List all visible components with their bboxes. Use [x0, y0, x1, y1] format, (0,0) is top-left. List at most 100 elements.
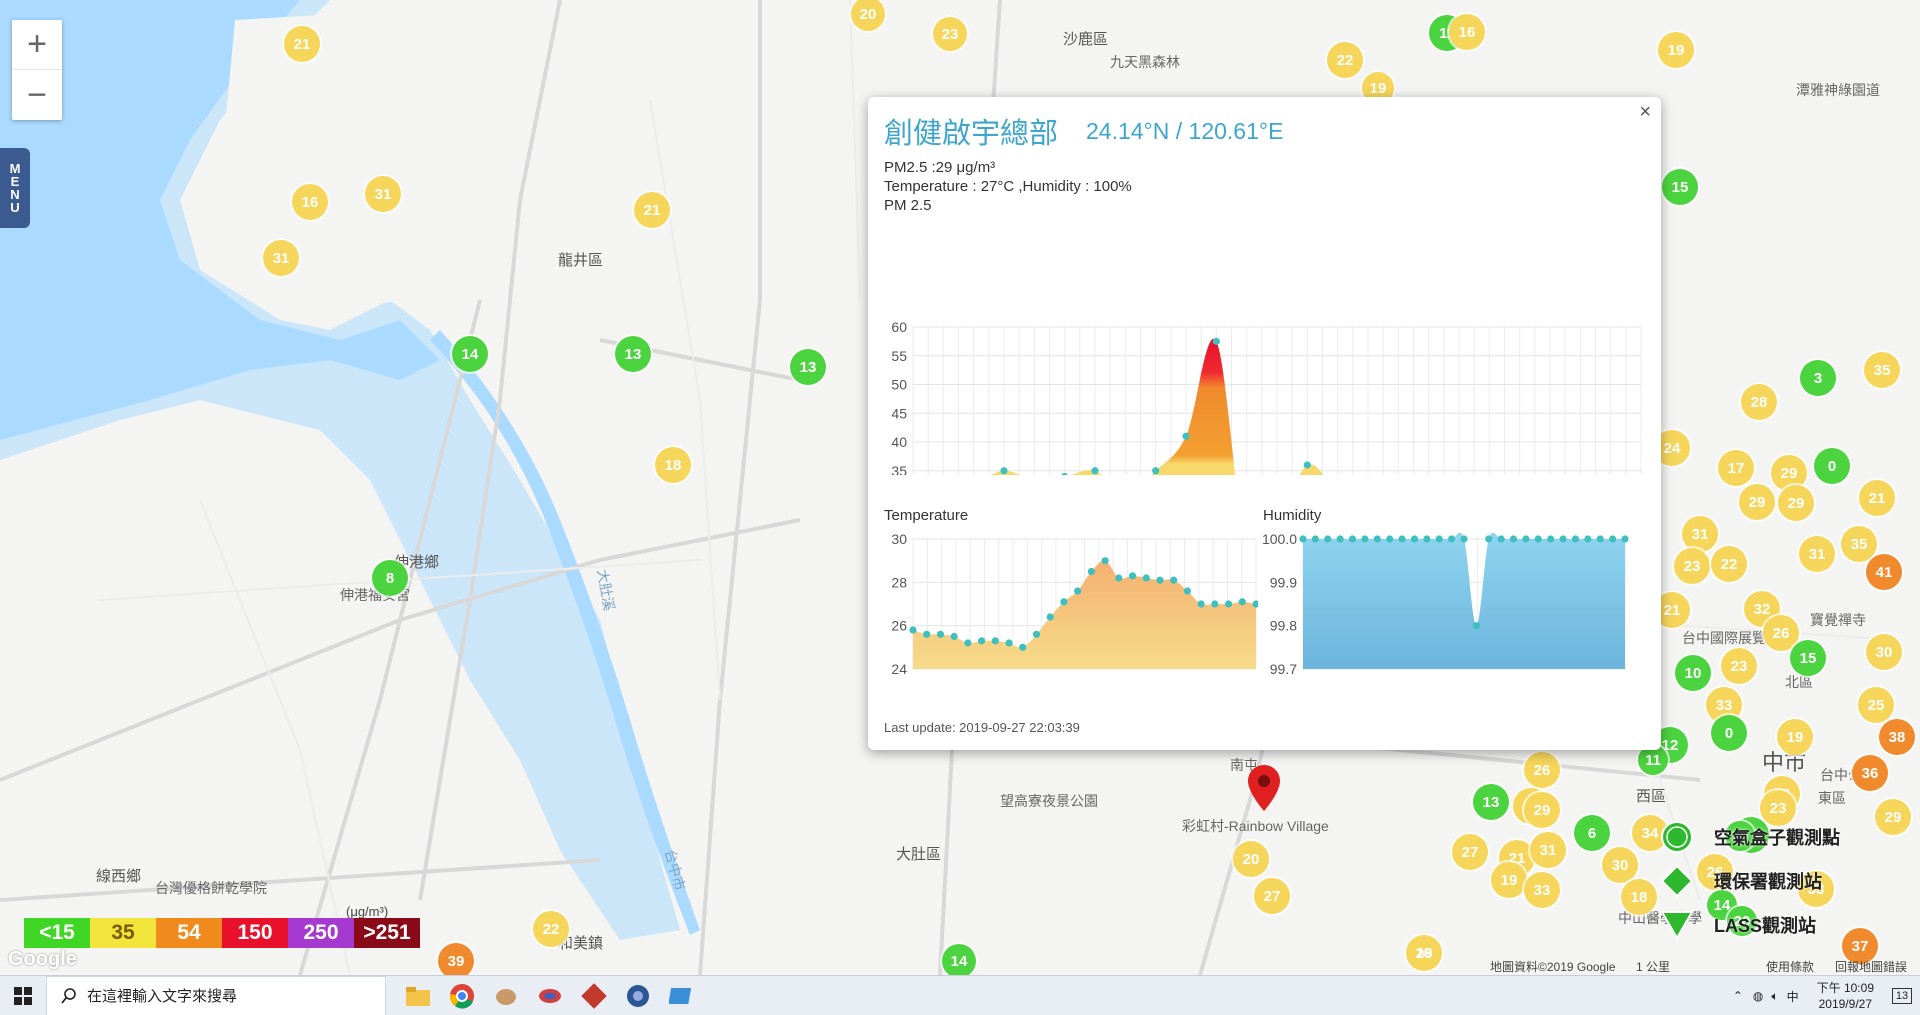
station-marker[interactable]: 21: [634, 192, 670, 228]
clock-date: 2019/9/27: [1818, 997, 1872, 1011]
data-point: [1211, 600, 1219, 608]
notification-center[interactable]: 13: [1884, 976, 1920, 1015]
file-explorer-icon[interactable]: [396, 976, 440, 1015]
data-point: [1448, 535, 1456, 543]
station-marker[interactable]: 13: [1473, 784, 1509, 820]
app-icon-4[interactable]: [616, 976, 660, 1015]
station-marker[interactable]: 14: [452, 336, 488, 372]
station-marker[interactable]: 30: [1602, 847, 1638, 883]
station-marker[interactable]: 22: [533, 911, 569, 947]
station-marker[interactable]: 29: [1524, 792, 1560, 828]
place-label: 西區: [1636, 788, 1667, 805]
epa-station-icon: [1660, 864, 1694, 898]
google-logo: Google: [8, 948, 77, 970]
station-marker[interactable]: 0: [1711, 715, 1747, 751]
station-marker[interactable]: 31: [263, 240, 299, 276]
app-icon-2[interactable]: [528, 976, 572, 1015]
station-marker[interactable]: 6: [1574, 815, 1610, 851]
place-label: 望高寮夜景公園: [1000, 793, 1098, 809]
data-point: [1156, 576, 1164, 584]
station-marker[interactable]: 21: [1859, 480, 1895, 516]
station-marker[interactable]: 31: [365, 176, 401, 212]
station-marker[interactable]: 20: [1233, 841, 1269, 877]
network-icon[interactable]: ◍: [1753, 989, 1763, 1003]
data-point: [1061, 472, 1068, 475]
station-marker[interactable]: 23: [933, 17, 967, 51]
station-marker[interactable]: 29: [1875, 799, 1911, 835]
station-marker[interactable]: 14: [942, 944, 976, 975]
app-icon-3[interactable]: [572, 976, 616, 1015]
station-marker[interactable]: 15: [1662, 169, 1698, 205]
station-marker[interactable]: 29: [1778, 485, 1814, 521]
station-marker[interactable]: 27: [1452, 834, 1488, 870]
tray-chevron-icon[interactable]: ⌃: [1733, 989, 1743, 1003]
data-point: [1386, 535, 1394, 543]
report-error-link[interactable]: 回報地圖錯誤: [1835, 958, 1907, 975]
station-marker[interactable]: 18: [655, 447, 691, 483]
station-marker[interactable]: 30: [1866, 634, 1902, 670]
data-point: [1621, 535, 1629, 543]
station-marker[interactable]: 31: [1682, 516, 1718, 552]
station-marker[interactable]: 18: [1621, 879, 1657, 915]
legend-item: 250: [288, 918, 354, 948]
station-marker[interactable]: 41: [1866, 554, 1902, 590]
station-marker[interactable]: 38: [1879, 719, 1915, 755]
map-canvas[interactable]: + − M E N U 沙鹿區 九天黑森林 龍井區 伸港鄉 伸港福安宮 線西鄉 …: [0, 0, 1920, 975]
station-marker[interactable]: 25: [1858, 687, 1894, 723]
station-marker[interactable]: 8: [372, 560, 408, 596]
legend-item: 54: [156, 918, 222, 948]
app-icon-1[interactable]: [484, 976, 528, 1015]
station-marker[interactable]: 29: [1739, 484, 1775, 520]
zoom-in-button[interactable]: +: [12, 20, 62, 70]
station-marker[interactable]: 19: [1658, 32, 1694, 68]
ime-indicator[interactable]: 中: [1787, 988, 1799, 1005]
station-marker[interactable]: 31: [1530, 832, 1566, 868]
menu-tab[interactable]: M E N U: [0, 148, 30, 228]
map-data-attribution: 地圖資料©2019 Google: [1490, 960, 1616, 974]
station-marker[interactable]: 23: [1674, 548, 1710, 584]
close-button[interactable]: ×: [1639, 101, 1651, 124]
zoom-out-button[interactable]: −: [12, 70, 62, 120]
station-marker[interactable]: 33: [1524, 872, 1560, 908]
place-label: 沙鹿區: [1063, 31, 1109, 48]
station-marker[interactable]: 19: [1416, 945, 1433, 962]
data-point: [1522, 535, 1530, 543]
station-legend-label: 環保署觀測站: [1714, 872, 1822, 892]
pm25-reading: PM2.5 :29 μg/m³: [884, 159, 996, 176]
legend-item: 150: [222, 918, 288, 948]
place-label: 彩虹村-Rainbow Village: [1182, 818, 1329, 834]
taskbar-search[interactable]: 在這裡輸入文字來搜尋: [46, 975, 386, 1015]
station-marker[interactable]: 31: [1799, 536, 1835, 572]
station-marker[interactable]: 23: [1721, 648, 1757, 684]
station-marker[interactable]: 36: [1852, 755, 1888, 791]
station-marker[interactable]: 39: [438, 943, 474, 975]
station-marker[interactable]: 28: [1741, 384, 1777, 420]
station-marker[interactable]: 21: [284, 26, 320, 62]
legend-item: <15: [24, 918, 90, 948]
chrome-icon[interactable]: [440, 976, 484, 1015]
volume-icon[interactable]: 🔈︎: [1771, 989, 1778, 1004]
station-marker[interactable]: 0: [1814, 448, 1850, 484]
station-marker[interactable]: 22: [1711, 546, 1747, 582]
station-marker[interactable]: 26: [1524, 752, 1560, 788]
start-button[interactable]: [0, 976, 46, 1015]
station-marker[interactable]: 3: [1800, 360, 1836, 396]
station-marker[interactable]: 27: [1254, 878, 1290, 914]
station-marker[interactable]: 35: [1864, 352, 1900, 388]
station-marker[interactable]: 15: [1790, 640, 1826, 676]
station-marker[interactable]: 16: [1449, 14, 1485, 50]
station-marker[interactable]: 16: [292, 184, 328, 220]
data-point: [1197, 600, 1205, 608]
station-marker[interactable]: 13: [615, 336, 651, 372]
terms-link[interactable]: 使用條款: [1766, 958, 1814, 975]
clock[interactable]: 下午 10:09 2019/9/27: [1817, 980, 1874, 1012]
station-marker[interactable]: 35: [1841, 526, 1877, 562]
station-marker[interactable]: 22: [1327, 42, 1363, 78]
station-marker[interactable]: 19: [1491, 862, 1527, 898]
app-icon-5[interactable]: [660, 976, 704, 1015]
station-marker[interactable]: 17: [1718, 450, 1754, 486]
station-marker[interactable]: 19: [1777, 719, 1813, 755]
station-marker[interactable]: 10: [1675, 655, 1711, 691]
location-pin-icon[interactable]: [1248, 765, 1280, 813]
station-marker[interactable]: 13: [790, 349, 826, 385]
